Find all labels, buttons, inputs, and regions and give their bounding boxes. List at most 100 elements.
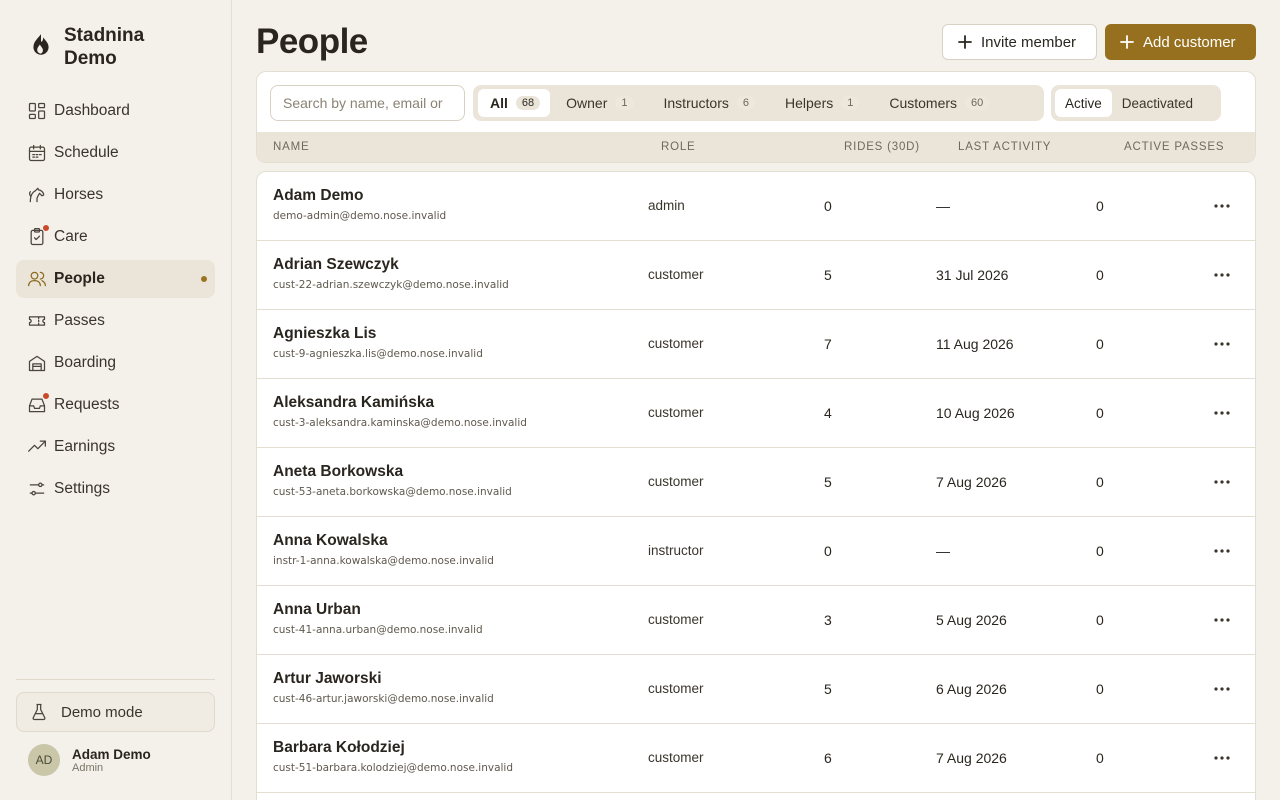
more-horizontal-icon xyxy=(1214,618,1230,622)
add-customer-label: Add customer xyxy=(1143,33,1236,51)
more-actions-button[interactable] xyxy=(1208,265,1236,285)
invite-member-label: Invite member xyxy=(981,33,1077,51)
filter-tab-owner[interactable]: Owner 1 xyxy=(554,89,645,117)
table-row[interactable]: Anna Urban cust-41-anna.urban@demo.nose.i… xyxy=(257,586,1255,655)
filter-count: 6 xyxy=(736,96,755,110)
brand[interactable]: Stadnina Demo xyxy=(28,24,174,70)
sidebar: Stadnina Demo Dashboard Schedule Horses … xyxy=(0,0,232,800)
sidebar-item-label: People xyxy=(54,270,105,287)
person-last-activity: 7 Aug 2026 xyxy=(936,750,1007,766)
more-horizontal-icon xyxy=(1214,411,1230,415)
column-header-last-activity[interactable]: LAST ACTIVITY xyxy=(958,141,1051,153)
column-header-name[interactable]: NAME xyxy=(273,141,309,153)
sidebar-item-care[interactable]: Care xyxy=(16,218,215,256)
filter-label: Owner xyxy=(566,95,608,111)
person-role: customer xyxy=(648,336,704,351)
sidebar-item-requests[interactable]: Requests xyxy=(16,386,215,424)
status-deactivated-tab[interactable]: Deactivated xyxy=(1112,89,1203,117)
more-actions-button[interactable] xyxy=(1208,679,1236,699)
column-header-role[interactable]: ROLE xyxy=(661,141,696,153)
more-horizontal-icon xyxy=(1214,342,1230,346)
person-email: instr-1-anna.kowalska@demo.nose.invalid xyxy=(273,555,494,567)
table-row[interactable]: Barbara Kołodziej cust-51-barbara.kolodzi… xyxy=(257,724,1255,793)
table-row[interactable]: Aneta Borkowska cust-53-aneta.borkowska@d… xyxy=(257,448,1255,517)
person-active-passes: 0 xyxy=(1096,405,1104,421)
flame-logo-icon xyxy=(33,34,49,55)
table-row[interactable]: Artur Jaworski cust-46-artur.jaworski@dem… xyxy=(257,655,1255,724)
person-email: cust-53-aneta.borkowska@demo.nose.invali… xyxy=(273,486,512,498)
brand-name: Stadnina Demo xyxy=(64,25,145,69)
person-last-activity: 5 Aug 2026 xyxy=(936,612,1007,628)
person-role: customer xyxy=(648,612,704,627)
page-title: People xyxy=(256,22,368,61)
sidebar-item-settings[interactable]: Settings xyxy=(16,470,215,508)
filter-label: All xyxy=(490,95,508,111)
filter-tab-instructors[interactable]: Instructors 6 xyxy=(652,89,767,117)
user-name: Adam Demo xyxy=(72,746,151,762)
more-actions-button[interactable] xyxy=(1208,196,1236,216)
filter-count: 68 xyxy=(515,96,541,110)
filter-tab-helpers[interactable]: Helpers 1 xyxy=(773,89,871,117)
person-name[interactable]: Anna Urban xyxy=(273,601,483,619)
sidebar-item-schedule[interactable]: Schedule xyxy=(16,134,215,172)
table-row[interactable]: Aleksandra Kamińska cust-3-aleksandra.kam… xyxy=(257,379,1255,448)
person-role: customer xyxy=(648,681,704,696)
table-row[interactable]: Anna Kowalska instr-1-anna.kowalska@demo.… xyxy=(257,517,1255,586)
person-last-activity: 6 Aug 2026 xyxy=(936,681,1007,697)
filter-tab-customers[interactable]: Customers 60 xyxy=(877,89,1001,117)
user-profile[interactable]: AD Adam Demo Admin xyxy=(28,744,151,776)
person-role: customer xyxy=(648,474,704,489)
notification-dot xyxy=(42,224,50,232)
table-row[interactable]: Agnieszka Lis cust-9-agnieszka.lis@demo.n… xyxy=(257,310,1255,379)
sidebar-item-boarding[interactable]: Boarding xyxy=(16,344,215,382)
person-rides: 0 xyxy=(824,198,832,214)
person-rides: 4 xyxy=(824,405,832,421)
calendar-icon xyxy=(27,143,47,163)
more-actions-button[interactable] xyxy=(1208,610,1236,630)
search-input[interactable] xyxy=(270,85,465,121)
person-last-activity: 11 Aug 2026 xyxy=(936,336,1014,352)
sidebar-item-label: Care xyxy=(54,228,88,245)
invite-member-button[interactable]: Invite member xyxy=(942,24,1097,60)
divider xyxy=(16,679,215,680)
more-horizontal-icon xyxy=(1214,204,1230,208)
person-name[interactable]: Aneta Borkowska xyxy=(273,463,512,481)
more-actions-button[interactable] xyxy=(1208,334,1236,354)
person-last-activity: 7 Aug 2026 xyxy=(936,474,1007,490)
person-email: cust-9-agnieszka.lis@demo.nose.invalid xyxy=(273,348,483,360)
person-name[interactable]: Barbara Kołodziej xyxy=(273,739,513,757)
sidebar-item-label: Passes xyxy=(54,312,105,329)
more-actions-button[interactable] xyxy=(1208,472,1236,492)
table-row[interactable]: Adrian Szewczyk cust-22-adrian.szewczyk@d… xyxy=(257,241,1255,310)
sidebar-item-passes[interactable]: Passes xyxy=(16,302,215,340)
horse-icon xyxy=(27,185,47,205)
more-actions-button[interactable] xyxy=(1208,403,1236,423)
sidebar-item-earnings[interactable]: Earnings xyxy=(16,428,215,466)
sidebar-item-people[interactable]: People xyxy=(16,260,215,298)
person-name[interactable]: Anna Kowalska xyxy=(273,532,494,550)
person-name[interactable]: Adrian Szewczyk xyxy=(273,256,509,274)
person-rides: 3 xyxy=(824,612,832,628)
more-actions-button[interactable] xyxy=(1208,748,1236,768)
filter-tab-all[interactable]: All 68 xyxy=(478,89,551,117)
sidebar-item-dashboard[interactable]: Dashboard xyxy=(16,92,215,130)
sidebar-nav: Dashboard Schedule Horses Care People Pa… xyxy=(16,92,215,512)
person-name[interactable]: Artur Jaworski xyxy=(273,670,494,688)
person-role: customer xyxy=(648,405,704,420)
person-name[interactable]: Agnieszka Lis xyxy=(273,325,483,343)
sidebar-item-horses[interactable]: Horses xyxy=(16,176,215,214)
table-row[interactable]: Adam Demo demo-admin@demo.nose.invalid ad… xyxy=(257,172,1255,241)
sidebar-item-label: Settings xyxy=(54,480,111,497)
filter-count: 1 xyxy=(615,96,634,110)
person-active-passes: 0 xyxy=(1096,681,1104,697)
status-active-tab[interactable]: Active xyxy=(1055,89,1112,117)
more-actions-button[interactable] xyxy=(1208,541,1236,561)
column-header-active-passes[interactable]: ACTIVE PASSES xyxy=(1124,141,1224,153)
person-active-passes: 0 xyxy=(1096,198,1104,214)
person-name[interactable]: Aleksandra Kamińska xyxy=(273,394,527,412)
person-role: customer xyxy=(648,750,704,765)
person-name[interactable]: Adam Demo xyxy=(273,187,446,205)
column-header-rides[interactable]: RIDES (30D) xyxy=(844,141,920,153)
demo-mode-button[interactable]: Demo mode xyxy=(16,692,215,732)
add-customer-button[interactable]: Add customer xyxy=(1105,24,1256,60)
